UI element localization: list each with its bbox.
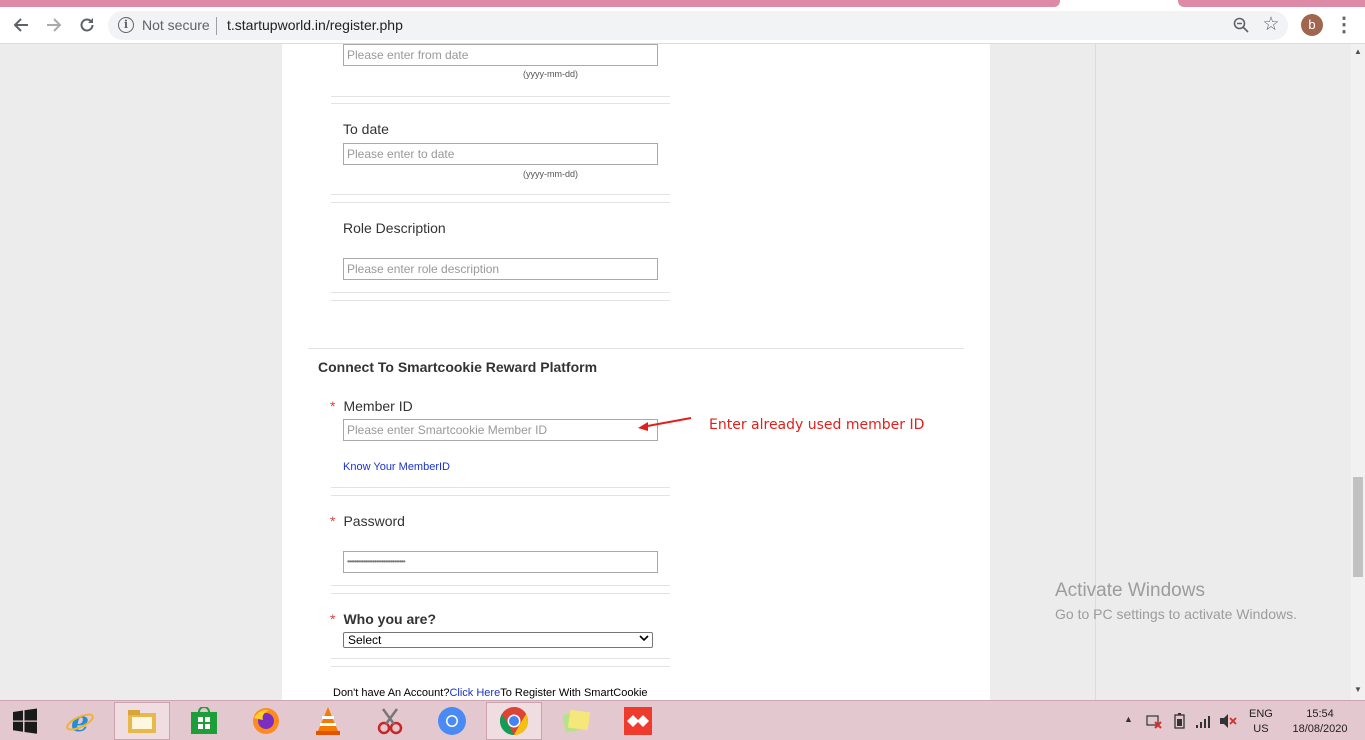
to-date-format-hint: (yyyy-mm-dd) xyxy=(523,169,578,179)
register-prompt: Don't have An Account?Click HereTo Regis… xyxy=(333,687,648,699)
tab-strip-bg-right xyxy=(1178,0,1365,7)
who-you-are-label-text: Who you are? xyxy=(343,611,437,627)
clock[interactable]: 15:54 18/08/2020 xyxy=(1288,707,1352,740)
to-date-input[interactable]: Please enter to date xyxy=(343,143,658,165)
required-marker: * xyxy=(330,611,336,627)
required-marker: * xyxy=(330,513,336,529)
snipping-tool-icon[interactable] xyxy=(362,702,418,740)
member-id-label: * Member ID xyxy=(330,398,413,414)
required-marker: * xyxy=(330,398,336,414)
firefox-icon[interactable] xyxy=(238,702,294,740)
browser-toolbar: i Not secure t.startupworld.in/register.… xyxy=(0,7,1365,44)
clock-time: 15:54 xyxy=(1306,708,1334,720)
language-indicator[interactable]: ENG US xyxy=(1249,707,1273,740)
file-explorer-icon[interactable] xyxy=(114,702,170,740)
network-status-icon[interactable] xyxy=(1146,713,1162,740)
vertical-scrollbar[interactable]: ▲ ▼ xyxy=(1351,44,1365,700)
section-title: Connect To Smartcookie Reward Platform xyxy=(318,359,598,375)
divider xyxy=(331,300,670,301)
divider xyxy=(331,202,670,203)
divider xyxy=(331,487,670,488)
tab-strip xyxy=(0,0,1365,7)
who-you-are-selected: Select xyxy=(348,633,382,647)
annotation-text: Enter already used member ID xyxy=(709,417,925,433)
member-id-input[interactable]: Please enter Smartcookie Member ID xyxy=(343,419,658,441)
divider xyxy=(331,593,670,594)
register-suffix: To Register With SmartCookie xyxy=(500,687,648,699)
zoom-icon[interactable] xyxy=(1230,14,1252,36)
divider xyxy=(331,96,670,97)
divider xyxy=(331,666,670,667)
divider xyxy=(331,495,670,496)
role-description-label: Role Description xyxy=(343,220,446,236)
region-code: US xyxy=(1253,723,1269,735)
know-member-id-link[interactable]: Know Your MemberID xyxy=(343,461,450,473)
click-here-link[interactable]: Click Here xyxy=(449,687,500,699)
annotation-arrow xyxy=(638,417,692,431)
language-code: ENG xyxy=(1249,708,1273,720)
section-divider xyxy=(308,348,964,349)
scroll-down-icon[interactable]: ▼ xyxy=(1351,685,1365,694)
wifi-signal-icon[interactable] xyxy=(1195,713,1213,740)
registration-form: Please enter from date (yyyy-mm-dd) To d… xyxy=(282,44,990,700)
volume-muted-icon[interactable] xyxy=(1219,713,1237,740)
password-label: * Password xyxy=(330,513,405,529)
forward-icon[interactable] xyxy=(40,11,68,39)
svg-text:e: e xyxy=(71,706,89,736)
windows-taskbar: e ▲ ENG US 15:54 18/08/2020 xyxy=(0,700,1365,740)
divider xyxy=(331,292,670,293)
menu-icon[interactable]: ⋮ xyxy=(1334,12,1354,38)
scroll-thumb[interactable] xyxy=(1353,477,1363,577)
anydesk-icon[interactable] xyxy=(610,702,666,740)
divider xyxy=(331,658,670,659)
register-prefix: Don't have An Account? xyxy=(333,687,450,699)
back-icon[interactable] xyxy=(7,11,35,39)
bookmark-star-icon[interactable]: ☆ xyxy=(1260,13,1282,35)
from-date-input[interactable]: Please enter from date xyxy=(343,44,658,66)
tab-strip-bg-left xyxy=(0,0,1060,7)
password-label-text: Password xyxy=(343,513,405,529)
vlc-icon[interactable] xyxy=(300,702,356,740)
activate-windows-title: Activate Windows xyxy=(1055,580,1205,601)
scroll-up-icon[interactable]: ▲ xyxy=(1351,47,1365,56)
who-you-are-label: * Who you are? xyxy=(330,611,436,627)
role-description-input[interactable]: Please enter role description xyxy=(343,258,658,280)
from-date-format-hint: (yyyy-mm-dd) xyxy=(523,69,578,79)
divider xyxy=(331,103,670,104)
show-hidden-icons[interactable]: ▲ xyxy=(1124,714,1133,740)
security-label[interactable]: Not secure xyxy=(142,17,210,33)
divider xyxy=(331,194,670,195)
member-id-label-text: Member ID xyxy=(343,398,413,414)
address-bar[interactable]: i Not secure t.startupworld.in/register.… xyxy=(108,11,1288,40)
windows-start-icon[interactable] xyxy=(0,702,50,740)
url-text[interactable]: t.startupworld.in/register.php xyxy=(227,17,403,33)
profile-avatar[interactable]: b xyxy=(1301,14,1323,36)
clock-date: 18/08/2020 xyxy=(1292,723,1348,735)
internet-explorer-icon[interactable]: e xyxy=(52,702,108,740)
who-you-are-select[interactable]: Select xyxy=(343,632,653,648)
activate-windows-subtitle: Go to PC settings to activate Windows. xyxy=(1055,606,1297,622)
chevron-down-icon xyxy=(639,632,649,646)
divider xyxy=(331,585,670,586)
password-input[interactable]: •••••••••••••••••••••••••••••••• xyxy=(343,551,658,573)
store-icon[interactable] xyxy=(176,702,232,740)
info-icon[interactable]: i xyxy=(118,17,134,33)
divider xyxy=(216,17,217,35)
reload-icon[interactable] xyxy=(73,11,101,39)
to-date-label: To date xyxy=(343,121,389,137)
battery-icon[interactable] xyxy=(1172,713,1188,740)
sticky-notes-icon[interactable] xyxy=(548,702,604,740)
chrome-icon[interactable] xyxy=(424,702,480,740)
chrome-active-icon[interactable] xyxy=(486,702,542,740)
